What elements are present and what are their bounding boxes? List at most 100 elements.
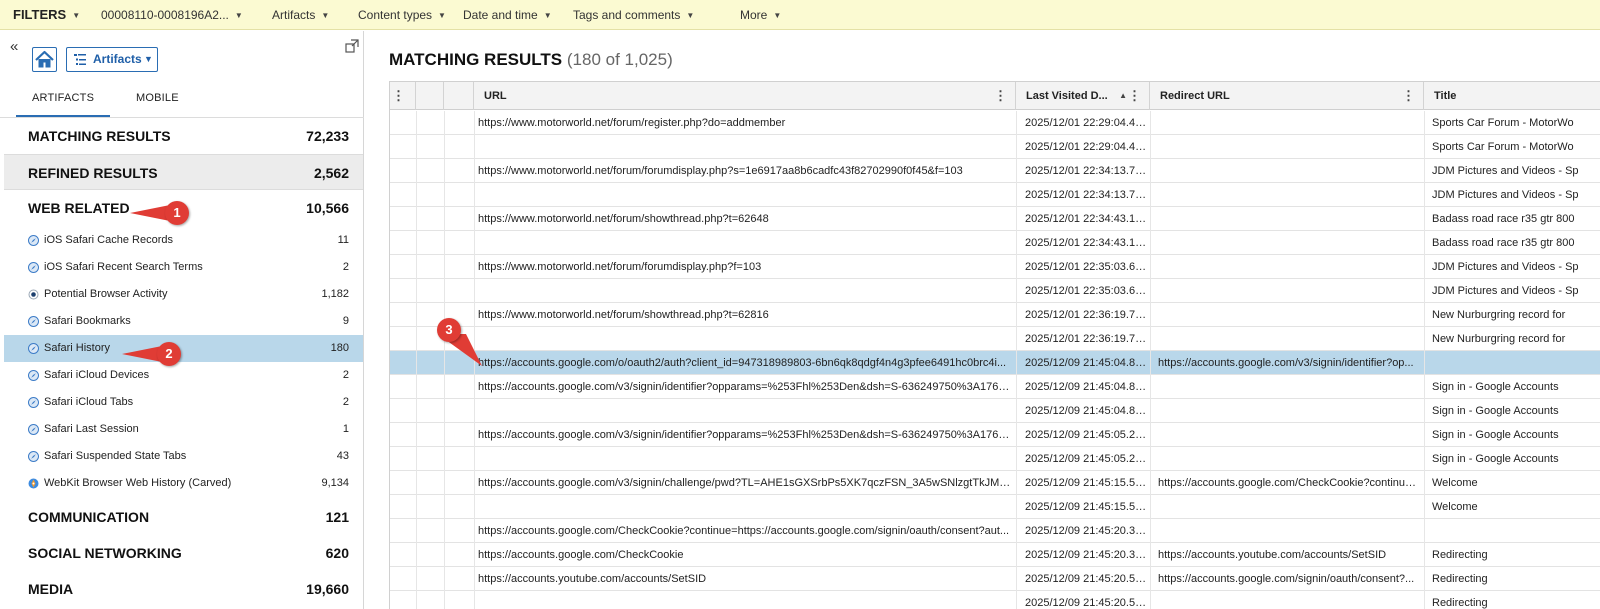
table-row[interactable]: 2025/12/01 22:34:13.726 JDM Pictures and … xyxy=(390,183,1600,207)
cell-url xyxy=(478,447,1012,471)
filter-tags-comments[interactable]: Tags and comments ▼ xyxy=(573,0,694,30)
cell-url xyxy=(478,279,1012,303)
column-divider xyxy=(474,399,475,423)
column-divider xyxy=(444,471,445,495)
table-row[interactable]: https://accounts.youtube.com/accounts/Se… xyxy=(390,567,1600,591)
artifact-label: Potential Browser Activity xyxy=(44,288,168,300)
column-divider xyxy=(444,375,445,399)
cell-url: https://www.motorworld.net/forum/forumdi… xyxy=(478,165,963,177)
collapse-panel-icon[interactable]: « xyxy=(10,39,18,54)
artifact-item[interactable]: Safari Bookmarks 9 xyxy=(4,308,363,335)
column-divider xyxy=(1150,495,1151,519)
column-divider xyxy=(1150,111,1151,135)
column-divider xyxy=(416,231,417,255)
table-row[interactable]: https://www.motorworld.net/forum/forumdi… xyxy=(390,255,1600,279)
table-row[interactable]: 2025/12/09 21:45:20.530 Redirecting xyxy=(390,591,1600,609)
column-divider xyxy=(444,543,445,567)
artifact-count: 11 xyxy=(337,234,349,246)
results-count: (180 of 1,025) xyxy=(566,50,673,69)
column-flag[interactable] xyxy=(416,82,444,110)
table-row[interactable]: https://accounts.google.com/v3/signin/id… xyxy=(390,423,1600,447)
column-header-last-visited[interactable]: Last Visited D... ▲ ⋮ xyxy=(1016,82,1150,110)
table-row[interactable]: 2025/12/09 21:45:05.292 Sign in - Google … xyxy=(390,447,1600,471)
table-row[interactable]: https://accounts.google.com/o/oauth2/aut… xyxy=(390,351,1600,375)
filter-date-time[interactable]: Date and time ▼ xyxy=(463,0,552,30)
column-divider xyxy=(1150,519,1151,543)
home-button[interactable] xyxy=(32,47,57,72)
artifact-count: 9,134 xyxy=(321,477,349,489)
column-header-url[interactable]: URL ⋮ xyxy=(474,82,1016,110)
category-count: 72,233 xyxy=(306,128,349,144)
table-row[interactable]: https://accounts.google.com/CheckCookie 2… xyxy=(390,543,1600,567)
column-divider xyxy=(1150,303,1151,327)
column-divider xyxy=(1424,135,1425,159)
table-row[interactable]: https://www.motorworld.net/forum/registe… xyxy=(390,111,1600,135)
artifact-item[interactable]: Safari iCloud Devices 2 xyxy=(4,362,363,389)
category-count: 620 xyxy=(325,545,349,561)
cell-title: JDM Pictures and Videos - Sp xyxy=(1432,165,1579,177)
table-row[interactable]: https://www.motorworld.net/forum/showthr… xyxy=(390,303,1600,327)
category-refined-results[interactable]: REFINED RESULTS 2,562 xyxy=(4,154,363,190)
artifact-item[interactable]: Safari History 180 xyxy=(4,335,363,362)
filter-artifacts[interactable]: Artifacts ▼ xyxy=(272,0,329,30)
cell-redirect-url xyxy=(1158,279,1420,303)
artifact-item[interactable]: Potential Browser Activity 1,182 xyxy=(4,281,363,308)
tab-artifacts[interactable]: ARTIFACTS xyxy=(15,91,111,117)
column-tag[interactable] xyxy=(444,82,474,110)
artifact-item[interactable]: Safari iCloud Tabs 2 xyxy=(4,389,363,416)
cell-redirect-url: https://accounts.youtube.com/accounts/Se… xyxy=(1158,549,1387,561)
category-social-networking[interactable]: SOCIAL NETWORKING 620 xyxy=(4,535,363,571)
cell-redirect-url xyxy=(1158,423,1420,447)
cell-last-visited: 2025/12/09 21:45:20.307 xyxy=(1025,549,1147,561)
artifact-item[interactable]: Safari Last Session 1 xyxy=(4,416,363,443)
category-matching-results[interactable]: MATCHING RESULTS 72,233 xyxy=(4,118,363,154)
cell-url: https://accounts.youtube.com/accounts/Se… xyxy=(478,573,707,585)
filter-evidence-source[interactable]: 00008110-0008196A2... ▼ xyxy=(101,0,243,30)
filters-menu[interactable]: FILTERS ▼ xyxy=(13,0,80,30)
filters-bar: FILTERS ▼ 00008110-0008196A2... ▼ Artifact… xyxy=(0,0,1600,30)
cell-title: Redirecting xyxy=(1432,573,1488,585)
cell-redirect-url xyxy=(1158,399,1420,423)
column-divider xyxy=(1016,303,1017,327)
table-row[interactable]: 2025/12/09 21:45:15.582 Welcome xyxy=(390,495,1600,519)
column-divider xyxy=(1424,591,1425,609)
table-row[interactable]: https://accounts.google.com/CheckCookie?… xyxy=(390,519,1600,543)
column-menu-button[interactable]: ⋮ xyxy=(390,82,416,110)
table-row[interactable]: https://www.motorworld.net/forum/forumdi… xyxy=(390,159,1600,183)
kebab-icon[interactable]: ⋮ xyxy=(1402,82,1415,110)
table-row[interactable]: https://accounts.google.com/v3/signin/ch… xyxy=(390,471,1600,495)
cell-redirect-url xyxy=(1158,303,1420,327)
column-header-redirect-url[interactable]: Redirect URL ⋮ xyxy=(1150,82,1424,110)
column-divider xyxy=(1016,567,1017,591)
cell-last-visited: 2025/12/09 21:45:15.582 xyxy=(1025,477,1147,489)
artifact-label: WebKit Browser Web History (Carved) xyxy=(44,477,232,489)
kebab-icon[interactable]: ⋮ xyxy=(994,82,1007,110)
tab-mobile[interactable]: MOBILE xyxy=(136,91,179,115)
cell-redirect-url xyxy=(1158,255,1420,279)
table-row[interactable]: 2025/12/01 22:36:19.708 New Nurburgring r… xyxy=(390,327,1600,351)
filter-content-types[interactable]: Content types ▼ xyxy=(358,0,446,30)
column-header-title[interactable]: Title xyxy=(1424,82,1600,110)
table-row[interactable]: 2025/12/01 22:35:03.661 JDM Pictures and … xyxy=(390,279,1600,303)
column-divider xyxy=(416,183,417,207)
filter-more[interactable]: More ▼ xyxy=(740,0,781,30)
artifact-item[interactable]: Safari Suspended State Tabs 43 xyxy=(4,443,363,470)
category-media[interactable]: MEDIA 19,660 xyxy=(4,571,363,607)
table-row[interactable]: 2025/12/01 22:34:43.141 Badass road race … xyxy=(390,231,1600,255)
artifact-item[interactable]: WebKit Browser Web History (Carved) 9,134 xyxy=(4,470,363,497)
table-row[interactable]: https://accounts.google.com/v3/signin/id… xyxy=(390,375,1600,399)
column-label: Last Visited D... xyxy=(1026,90,1108,102)
category-communication[interactable]: COMMUNICATION 121 xyxy=(4,499,363,535)
artifacts-view-dropdown[interactable]: Artifacts ▼ xyxy=(66,47,158,72)
cell-title: Sports Car Forum - MotorWo xyxy=(1432,141,1574,153)
artifact-item[interactable]: iOS Safari Cache Records 11 xyxy=(4,227,363,254)
cell-redirect-url xyxy=(1158,375,1420,399)
table-row[interactable]: 2025/12/01 22:29:04.466 Sports Car Forum … xyxy=(390,135,1600,159)
cell-last-visited: 2025/12/01 22:29:04.466 xyxy=(1025,117,1147,129)
table-row[interactable]: https://www.motorworld.net/forum/showthr… xyxy=(390,207,1600,231)
kebab-icon[interactable]: ⋮ xyxy=(1128,82,1141,110)
popout-icon[interactable] xyxy=(345,39,359,53)
artifact-item[interactable]: iOS Safari Recent Search Terms 2 xyxy=(4,254,363,281)
column-divider xyxy=(1016,183,1017,207)
table-row[interactable]: 2025/12/09 21:45:04.856 Sign in - Google … xyxy=(390,399,1600,423)
